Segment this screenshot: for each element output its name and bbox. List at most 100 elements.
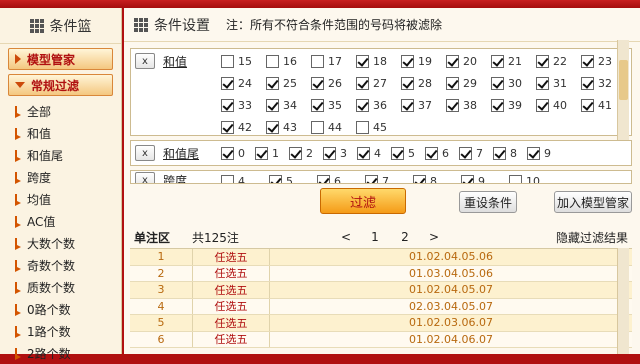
- sum-checkbox-17[interactable]: 17: [311, 53, 356, 69]
- table-row[interactable]: 5 任选五 01.02.03.06.07: [130, 315, 632, 332]
- sum-checkbox-15[interactable]: 15: [221, 53, 266, 69]
- sum-tail-checkbox-1[interactable]: 1: [255, 145, 279, 161]
- checkbox-box[interactable]: [266, 98, 279, 112]
- hide-results-link[interactable]: 隐藏过滤结果: [556, 229, 632, 246]
- scroll-thumb[interactable]: [619, 60, 628, 100]
- span-checkbox-4[interactable]: 4: [221, 173, 245, 183]
- sidebar-item-prime-count[interactable]: 质数个数: [0, 276, 121, 298]
- sum-checkbox-20[interactable]: 20: [446, 53, 491, 69]
- checkbox-box[interactable]: [365, 174, 378, 183]
- sum-label[interactable]: 和值: [163, 53, 187, 70]
- checkbox-box[interactable]: [401, 54, 414, 68]
- sum-tail-checkbox-4[interactable]: 4: [357, 145, 381, 161]
- sidebar-item-mean[interactable]: 均值: [0, 188, 121, 210]
- checkbox-box[interactable]: [581, 54, 594, 68]
- remove-sum-tail-button[interactable]: x: [135, 145, 155, 161]
- checkbox-box[interactable]: [401, 98, 414, 112]
- sum-checkbox-19[interactable]: 19: [401, 53, 446, 69]
- checkbox-box[interactable]: [536, 54, 549, 68]
- reset-button[interactable]: 重设条件: [459, 191, 517, 213]
- checkbox-box[interactable]: [491, 76, 504, 90]
- checkbox-box[interactable]: [269, 174, 282, 183]
- sum-tail-checkbox-8[interactable]: 8: [493, 145, 517, 161]
- checkbox-box[interactable]: [356, 54, 369, 68]
- sum-tail-checkbox-2[interactable]: 2: [289, 145, 313, 161]
- sum-tail-checkbox-6[interactable]: 6: [425, 145, 449, 161]
- sum-checkbox-18[interactable]: 18: [356, 53, 401, 69]
- sidebar-item-big-count[interactable]: 大数个数: [0, 232, 121, 254]
- sum-checkbox-28[interactable]: 28: [401, 75, 446, 91]
- span-checkbox-6[interactable]: 6: [317, 173, 341, 183]
- sum-checkbox-35[interactable]: 35: [311, 97, 356, 113]
- add-model-button[interactable]: 加入模型管家: [554, 191, 632, 213]
- sum-tail-checkbox-7[interactable]: 7: [459, 145, 483, 161]
- span-checkbox-8[interactable]: 8: [413, 173, 437, 183]
- sum-checkbox-38[interactable]: 38: [446, 97, 491, 113]
- checkbox-box[interactable]: [311, 76, 324, 90]
- next-page-button[interactable]: >: [420, 230, 448, 244]
- checkbox-box[interactable]: [311, 120, 324, 134]
- span-checkbox-7[interactable]: 7: [365, 173, 389, 183]
- sum-checkbox-34[interactable]: 34: [266, 97, 311, 113]
- sum-checkbox-36[interactable]: 36: [356, 97, 401, 113]
- sum-checkbox-22[interactable]: 22: [536, 53, 581, 69]
- checkbox-box[interactable]: [401, 76, 414, 90]
- checkbox-box[interactable]: [536, 76, 549, 90]
- checkbox-box[interactable]: [221, 54, 234, 68]
- checkbox-box[interactable]: [221, 120, 234, 134]
- page-2-link[interactable]: 2: [390, 230, 420, 244]
- prev-page-button[interactable]: <: [332, 230, 360, 244]
- span-checkbox-5[interactable]: 5: [269, 173, 293, 183]
- checkbox-box[interactable]: [493, 146, 506, 160]
- sum-checkbox-25[interactable]: 25: [266, 75, 311, 91]
- remove-span-button[interactable]: x: [135, 172, 155, 183]
- sum-checkbox-40[interactable]: 40: [536, 97, 581, 113]
- sidebar-item-sum-tail[interactable]: 和值尾: [0, 144, 121, 166]
- checkbox-box[interactable]: [311, 54, 324, 68]
- checkbox-box[interactable]: [317, 174, 330, 183]
- sum-tail-checkbox-9[interactable]: 9: [527, 145, 551, 161]
- checkbox-box[interactable]: [446, 76, 459, 90]
- sum-checkbox-37[interactable]: 37: [401, 97, 446, 113]
- checkbox-box[interactable]: [323, 146, 336, 160]
- checkbox-box[interactable]: [356, 76, 369, 90]
- sum-checkbox-45[interactable]: 45: [356, 119, 401, 135]
- checkbox-box[interactable]: [289, 146, 302, 160]
- sidebar-item-route2[interactable]: 2路个数: [0, 342, 121, 364]
- checkbox-box[interactable]: [266, 54, 279, 68]
- table-row[interactable]: 3 任选五 01.02.04.05.07: [130, 282, 632, 299]
- sum-tail-checkbox-5[interactable]: 5: [391, 145, 415, 161]
- span-checkbox-10[interactable]: 10: [509, 173, 540, 183]
- checkbox-box[interactable]: [391, 146, 404, 160]
- sum-checkbox-44[interactable]: 44: [311, 119, 356, 135]
- checkbox-box[interactable]: [311, 98, 324, 112]
- checkbox-box[interactable]: [459, 146, 472, 160]
- checkbox-box[interactable]: [527, 146, 540, 160]
- sum-checkbox-31[interactable]: 31: [536, 75, 581, 91]
- sidebar-item-all[interactable]: 全部: [0, 100, 121, 122]
- sidebar-item-odd-count[interactable]: 奇数个数: [0, 254, 121, 276]
- regular-filter-button[interactable]: 常规过滤: [8, 74, 113, 96]
- page-1-link[interactable]: 1: [360, 230, 390, 244]
- table-row[interactable]: 1 任选五 01.02.04.05.06: [130, 249, 632, 266]
- sum-checkbox-39[interactable]: 39: [491, 97, 536, 113]
- checkbox-box[interactable]: [356, 98, 369, 112]
- span-label[interactable]: 跨度: [163, 172, 187, 183]
- results-scrollbar[interactable]: [617, 248, 629, 354]
- sidebar-item-route1[interactable]: 1路个数: [0, 320, 121, 342]
- checkbox-box[interactable]: [536, 98, 549, 112]
- sum-tail-checkbox-3[interactable]: 3: [323, 145, 347, 161]
- sum-checkbox-33[interactable]: 33: [221, 97, 266, 113]
- checkbox-box[interactable]: [221, 76, 234, 90]
- table-row[interactable]: 4 任选五 02.03.04.05.07: [130, 298, 632, 315]
- checkbox-box[interactable]: [446, 54, 459, 68]
- conditions-scrollbar[interactable]: [617, 40, 629, 140]
- checkbox-box[interactable]: [509, 174, 522, 183]
- checkbox-box[interactable]: [356, 120, 369, 134]
- checkbox-box[interactable]: [446, 98, 459, 112]
- checkbox-box[interactable]: [266, 76, 279, 90]
- sum-checkbox-29[interactable]: 29: [446, 75, 491, 91]
- checkbox-box[interactable]: [221, 146, 234, 160]
- checkbox-box[interactable]: [357, 146, 370, 160]
- checkbox-box[interactable]: [461, 174, 474, 183]
